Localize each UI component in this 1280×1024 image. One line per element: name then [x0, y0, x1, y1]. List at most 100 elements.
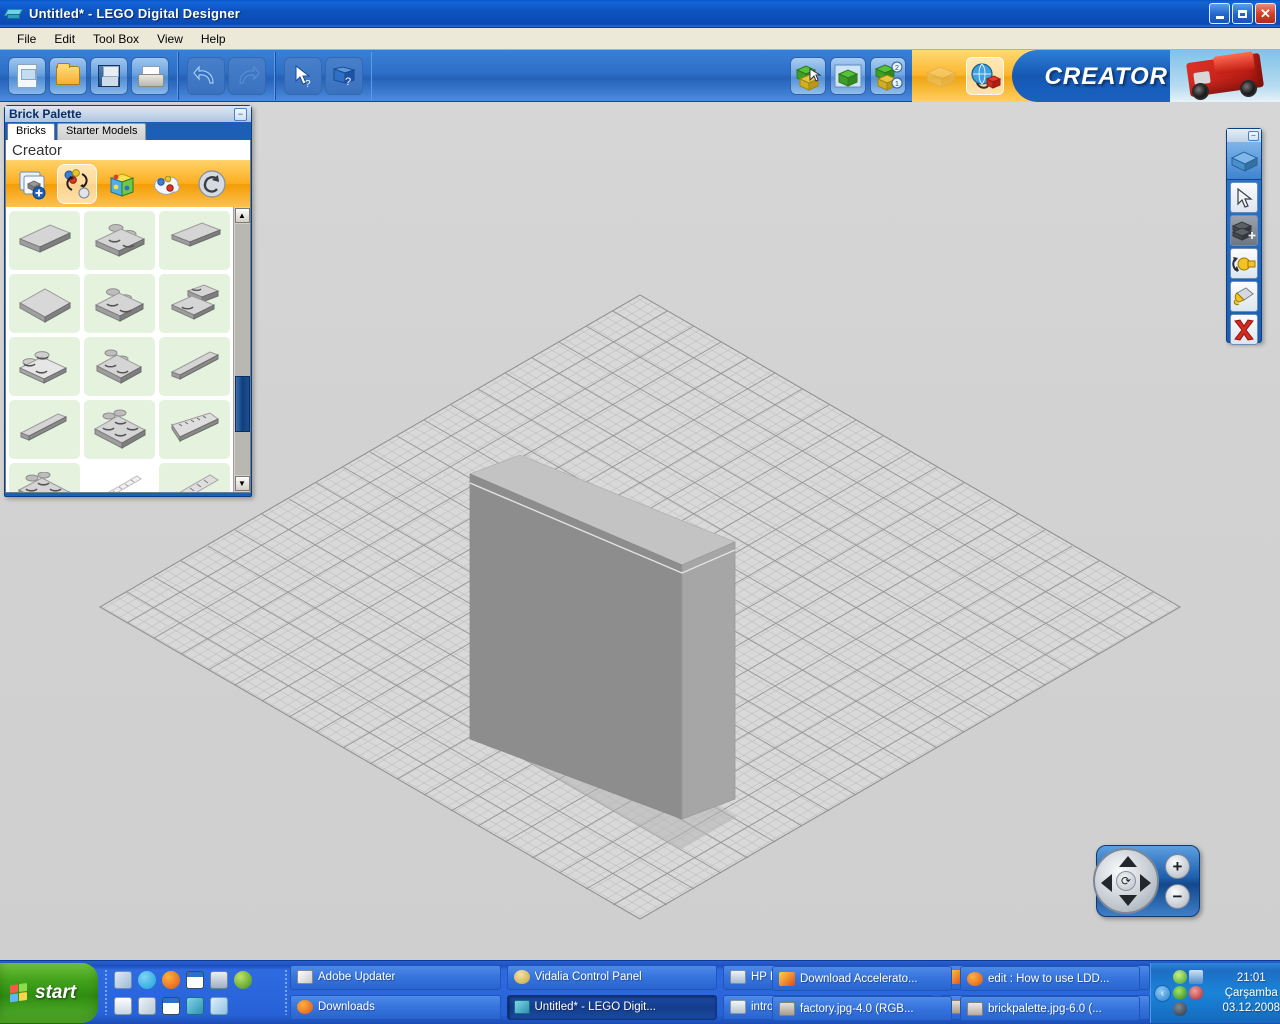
printer-icon[interactable]: [210, 971, 228, 989]
save-file-button[interactable]: [90, 56, 128, 95]
pan-right-button[interactable]: [1140, 874, 1151, 892]
brick-item[interactable]: [9, 463, 80, 492]
task-button-active[interactable]: Untitled* - LEGO Digit...: [506, 994, 717, 1020]
pan-down-button[interactable]: [1119, 895, 1137, 906]
brick-item[interactable]: [159, 211, 230, 270]
tool-palette-collapse-button[interactable]: −: [1248, 130, 1259, 141]
task-button[interactable]: Download Accelerato...: [772, 966, 952, 991]
menu-view[interactable]: View: [148, 30, 192, 48]
pan-up-button[interactable]: [1119, 856, 1137, 867]
tab-starter-models[interactable]: Starter Models: [56, 123, 147, 140]
scroll-down-button[interactable]: ▼: [234, 476, 250, 491]
view-mode-button[interactable]: [830, 56, 866, 95]
brick-item[interactable]: [84, 337, 155, 396]
manual-help-button[interactable]: ?: [325, 56, 363, 95]
brick-item[interactable]: [159, 337, 230, 396]
creator-brand-label: CREATOR: [1044, 62, 1168, 90]
task-button[interactable]: Downloads: [290, 994, 501, 1020]
brick-item[interactable]: [9, 211, 80, 270]
add-brick-group-button[interactable]: [12, 164, 52, 204]
reset-view-button[interactable]: ⟳: [1116, 871, 1136, 891]
zoom-out-button[interactable]: −: [1165, 883, 1190, 909]
scrollbar-track[interactable]: [234, 224, 250, 475]
brick-palette-window: Brick Palette − Bricks Starter Models Cr…: [4, 105, 252, 497]
zoom-in-button[interactable]: +: [1165, 853, 1190, 879]
task-button[interactable]: brickpalette.jpg-6.0 (...: [960, 996, 1140, 1021]
menu-tool-box[interactable]: Tool Box: [84, 30, 148, 48]
clock[interactable]: 21:01 Çarşamba 03.12.2008: [1222, 971, 1280, 1016]
context-help-button[interactable]: ?: [284, 56, 322, 95]
circle-green-icon[interactable]: [1172, 986, 1187, 1000]
quick-launch-row-1: [108, 967, 280, 993]
tab-bricks[interactable]: Bricks: [7, 123, 55, 140]
sort-bricks-button[interactable]: [57, 163, 97, 204]
brick-item[interactable]: [84, 274, 155, 333]
lego-icon[interactable]: [186, 997, 204, 1015]
brick-item[interactable]: [9, 400, 80, 459]
minimize-button[interactable]: [1209, 3, 1230, 24]
task-button[interactable]: factory.jpg-4.0 (RGB...: [772, 996, 952, 1021]
new-document-button[interactable]: [8, 56, 46, 95]
delete-tool[interactable]: [1230, 314, 1258, 345]
clock-day: Çarşamba: [1224, 986, 1278, 999]
task-button[interactable]: Adobe Updater: [290, 964, 501, 990]
open-file-button[interactable]: [49, 56, 87, 95]
clone-tool[interactable]: [1230, 215, 1258, 246]
paint-tool[interactable]: [1230, 281, 1258, 312]
camera-dpad[interactable]: ⟳: [1093, 848, 1159, 914]
taskbar-gripper-2[interactable]: [284, 969, 288, 1015]
task-button[interactable]: edit : How to use LDD...: [960, 966, 1140, 991]
menu-file[interactable]: File: [8, 30, 45, 48]
hinge-tool[interactable]: [1230, 248, 1258, 279]
brick-item[interactable]: [84, 211, 155, 270]
tray-expand-button[interactable]: ‹: [1154, 984, 1171, 1002]
brick-item[interactable]: [84, 400, 155, 459]
brick-item[interactable]: [159, 463, 230, 492]
cube-icon[interactable]: [138, 997, 156, 1015]
color-palette-button[interactable]: [102, 164, 142, 204]
brick-palette-title-bar: Brick Palette −: [5, 106, 251, 123]
build-mode-button[interactable]: [790, 56, 826, 95]
select-tool[interactable]: [1230, 182, 1258, 213]
brick-item[interactable]: [9, 337, 80, 396]
menu-edit[interactable]: Edit: [45, 30, 84, 48]
scroll-up-button[interactable]: ▲: [234, 208, 250, 223]
brick-palette-collapse-button[interactable]: −: [234, 107, 247, 121]
brick-item[interactable]: [159, 400, 230, 459]
reset-filter-button[interactable]: [192, 164, 232, 204]
notepad-icon[interactable]: [114, 997, 132, 1015]
window-icon[interactable]: [162, 997, 180, 1015]
shapes-filter-button[interactable]: [147, 164, 187, 204]
upload-to-gallery-button[interactable]: [966, 56, 1004, 95]
brick-grey-button[interactable]: [922, 57, 960, 95]
show-desktop-icon[interactable]: [114, 971, 132, 989]
zoom-controls: + −: [1165, 853, 1190, 909]
volume-mute-icon[interactable]: [1188, 986, 1203, 1000]
brick-item[interactable]: [159, 274, 230, 333]
maximize-button[interactable]: [1232, 3, 1253, 24]
building-guide-mode-button[interactable]: 2 1: [870, 56, 906, 95]
brick-item[interactable]: [84, 463, 155, 492]
close-button[interactable]: ✕: [1255, 3, 1276, 24]
network-icon[interactable]: [1188, 970, 1203, 984]
redo-button[interactable]: [228, 56, 266, 95]
firefox-icon[interactable]: [162, 971, 180, 989]
window-icon[interactable]: [186, 971, 204, 989]
print-button[interactable]: [131, 56, 169, 95]
media-player-icon[interactable]: [234, 971, 252, 989]
undo-button[interactable]: [187, 56, 225, 95]
brick-list-scrollbar[interactable]: ▲ ▼: [233, 207, 250, 492]
onion-icon: [513, 970, 530, 984]
skype-icon[interactable]: [138, 971, 156, 989]
tool-palette-header-icon-container: [1227, 142, 1261, 180]
acrobat-icon[interactable]: [1172, 1002, 1187, 1016]
start-button[interactable]: start: [0, 963, 98, 1023]
menu-help[interactable]: Help: [192, 30, 235, 48]
shield-check-icon[interactable]: [1172, 970, 1187, 984]
plane-icon[interactable]: [210, 997, 228, 1015]
task-button[interactable]: Vidalia Control Panel: [506, 964, 717, 990]
brick-item[interactable]: [9, 274, 80, 333]
printer-icon: [138, 65, 164, 87]
scrollbar-thumb[interactable]: [234, 376, 250, 432]
pan-left-button[interactable]: [1101, 874, 1112, 892]
